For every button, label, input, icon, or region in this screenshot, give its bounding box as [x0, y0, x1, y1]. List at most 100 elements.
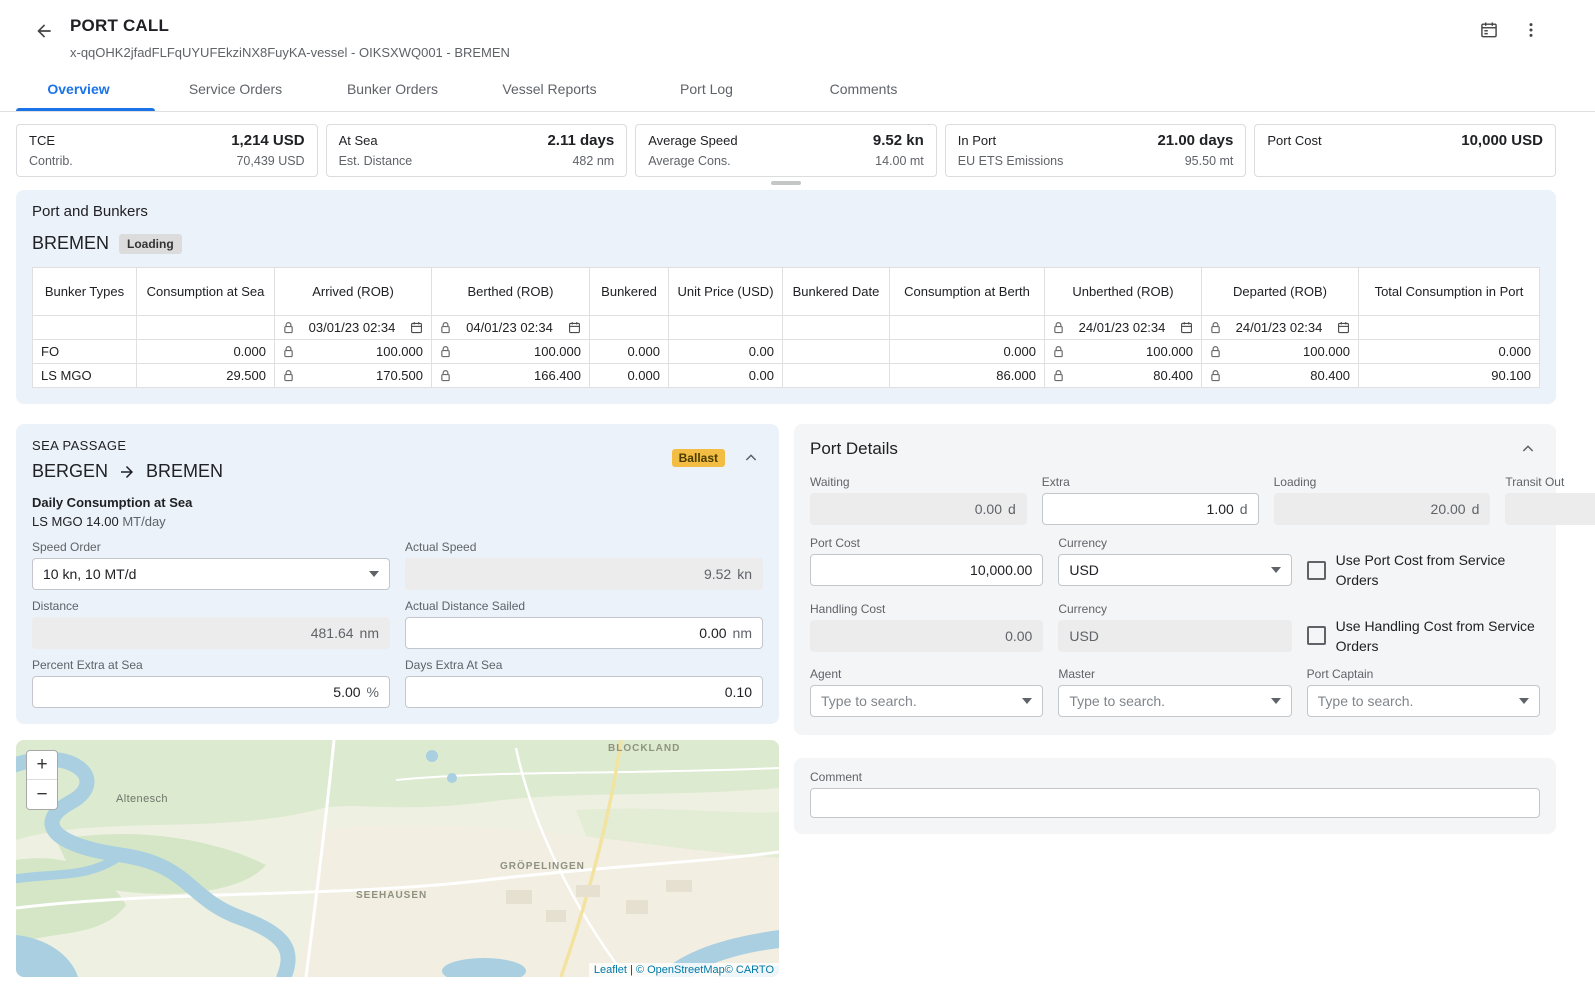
- route-map[interactable]: BLOCKLAND Altenesch GRÖPELINGEN SEEHAUSE…: [16, 740, 779, 977]
- arrived-date-value[interactable]: 03/01/23 02:34: [298, 320, 406, 335]
- lock-icon[interactable]: [1210, 369, 1221, 382]
- main-content: TCE1,214 USD Contrib.70,439 USD At Sea2.…: [16, 124, 1556, 977]
- cell-berthed-rob[interactable]: 166.400: [432, 364, 590, 388]
- lock-icon[interactable]: [283, 321, 294, 334]
- departed-date-field[interactable]: 24/01/23 02:34: [1202, 316, 1359, 340]
- tab-vessel-reports[interactable]: Vessel Reports: [471, 68, 628, 111]
- leaflet-link[interactable]: Leaflet: [594, 964, 627, 976]
- kpi-card-at-sea: At Sea2.11 days Est. Distance482 nm: [326, 124, 628, 177]
- tab-service-orders[interactable]: Service Orders: [157, 68, 314, 111]
- port-cost-input[interactable]: [821, 562, 1032, 578]
- zoom-in-button[interactable]: +: [27, 751, 57, 780]
- cell-bunkered-date[interactable]: [783, 364, 890, 388]
- kpi-sublabel: Contrib.: [29, 154, 73, 168]
- lock-icon[interactable]: [1053, 345, 1064, 358]
- unberthed-date-value[interactable]: 24/01/23 02:34: [1068, 320, 1176, 335]
- cell-consumption-at-berth[interactable]: 86.000: [890, 364, 1045, 388]
- lock-icon[interactable]: [440, 369, 451, 382]
- empty-cell: [669, 316, 783, 340]
- kpi-sublabel: Average Cons.: [648, 154, 730, 168]
- cell-bunkered-date[interactable]: [783, 340, 890, 364]
- cell-berthed-rob[interactable]: 100.000: [432, 340, 590, 364]
- calendar-icon[interactable]: [410, 321, 423, 334]
- tab-overview[interactable]: Overview: [0, 68, 157, 111]
- lock-icon[interactable]: [1210, 321, 1221, 334]
- lock-icon[interactable]: [440, 321, 451, 334]
- extra-input[interactable]: [1053, 501, 1234, 517]
- master-input[interactable]: [1069, 693, 1264, 709]
- calendar-icon[interactable]: [568, 321, 581, 334]
- cell-bunkered[interactable]: 0.000: [590, 340, 669, 364]
- calendar-icon[interactable]: [1337, 321, 1350, 334]
- kebab-menu-button[interactable]: [1517, 16, 1545, 44]
- calendar-button[interactable]: [1475, 16, 1503, 44]
- cell-unit-price[interactable]: 0.00: [669, 340, 783, 364]
- panel-resize-handle[interactable]: [771, 181, 801, 185]
- lock-icon[interactable]: [283, 345, 294, 358]
- agent-input[interactable]: [821, 693, 1016, 709]
- arrived-date-field[interactable]: 03/01/23 02:34: [275, 316, 432, 340]
- port-cost-field[interactable]: [810, 554, 1043, 586]
- cell-unberthed-rob[interactable]: 100.000: [1045, 340, 1202, 364]
- port-row: BREMEN Loading: [32, 233, 1540, 254]
- comment-input[interactable]: [810, 788, 1540, 818]
- tab-bunker-orders[interactable]: Bunker Orders: [314, 68, 471, 111]
- cell-departed-rob[interactable]: 100.000: [1202, 340, 1359, 364]
- lock-icon[interactable]: [1210, 345, 1221, 358]
- lock-icon[interactable]: [1053, 321, 1064, 334]
- kpi-label: At Sea: [339, 133, 378, 148]
- lock-icon[interactable]: [283, 369, 294, 382]
- cell-arrived-rob[interactable]: 170.500: [275, 364, 432, 388]
- empty-cell: [783, 316, 890, 340]
- sea-passage-title: SEA PASSAGE: [32, 438, 223, 453]
- tab-port-log[interactable]: Port Log: [628, 68, 785, 111]
- cell-consumption-at-sea[interactable]: 0.000: [137, 340, 275, 364]
- osm-link[interactable]: © OpenStreetMap: [636, 964, 725, 976]
- actual-distance-field[interactable]: nm: [405, 617, 763, 649]
- back-button[interactable]: [30, 17, 58, 45]
- kpi-subvalue: 95.50 mt: [1185, 154, 1234, 168]
- col-header-unberthed-rob: Unberthed (ROB): [1045, 268, 1202, 316]
- port-captain-input[interactable]: [1318, 693, 1513, 709]
- percent-extra-field[interactable]: %: [32, 676, 390, 708]
- sea-passage-collapse-button[interactable]: [739, 446, 763, 470]
- use-handling-cost-checkbox-row[interactable]: Use Handling Cost from Service Orders: [1307, 616, 1540, 657]
- cell-departed-rob[interactable]: 80.400: [1202, 364, 1359, 388]
- attribution-separator: |: [630, 964, 633, 976]
- cell-bunkered[interactable]: 0.000: [590, 364, 669, 388]
- use-port-cost-checkbox-row[interactable]: Use Port Cost from Service Orders: [1307, 550, 1540, 591]
- map-tiles: [16, 740, 779, 977]
- currency-label: Currency: [1058, 602, 1291, 616]
- berthed-date-field[interactable]: 04/01/23 02:34: [432, 316, 590, 340]
- tab-comments[interactable]: Comments: [785, 68, 942, 111]
- use-handling-cost-checkbox[interactable]: [1307, 626, 1326, 645]
- calendar-icon[interactable]: [1180, 321, 1193, 334]
- handling-cost-field: [810, 620, 1043, 652]
- lock-icon[interactable]: [440, 345, 451, 358]
- currency-select[interactable]: USD: [1058, 554, 1291, 586]
- percent-extra-input[interactable]: [43, 684, 361, 700]
- cell-unberthed-rob[interactable]: 80.400: [1045, 364, 1202, 388]
- speed-order-select[interactable]: 10 kn, 10 MT/d: [32, 558, 390, 590]
- extra-field[interactable]: d: [1042, 493, 1259, 525]
- port-details-collapse-button[interactable]: [1516, 437, 1540, 461]
- cell-consumption-at-sea[interactable]: 29.500: [137, 364, 275, 388]
- use-port-cost-checkbox[interactable]: [1307, 561, 1326, 580]
- berthed-date-value[interactable]: 04/01/23 02:34: [455, 320, 564, 335]
- col-header-total-consumption: Total Consumption in Port: [1359, 268, 1540, 316]
- cell-arrived-rob[interactable]: 100.000: [275, 340, 432, 364]
- cell-unit-price[interactable]: 0.00: [669, 364, 783, 388]
- cell-bunker-type: FO: [33, 340, 137, 364]
- carto-link[interactable]: © CARTO: [725, 964, 774, 976]
- agent-combobox[interactable]: [810, 685, 1043, 717]
- cell-consumption-at-berth[interactable]: 0.000: [890, 340, 1045, 364]
- actual-distance-input[interactable]: [416, 625, 727, 641]
- unberthed-date-field[interactable]: 24/01/23 02:34: [1045, 316, 1202, 340]
- lock-icon[interactable]: [1053, 369, 1064, 382]
- master-combobox[interactable]: [1058, 685, 1291, 717]
- departed-date-value[interactable]: 24/01/23 02:34: [1225, 320, 1333, 335]
- days-extra-field[interactable]: [405, 676, 763, 708]
- days-extra-input[interactable]: [416, 684, 752, 700]
- port-captain-combobox[interactable]: [1307, 685, 1540, 717]
- zoom-out-button[interactable]: −: [27, 780, 57, 809]
